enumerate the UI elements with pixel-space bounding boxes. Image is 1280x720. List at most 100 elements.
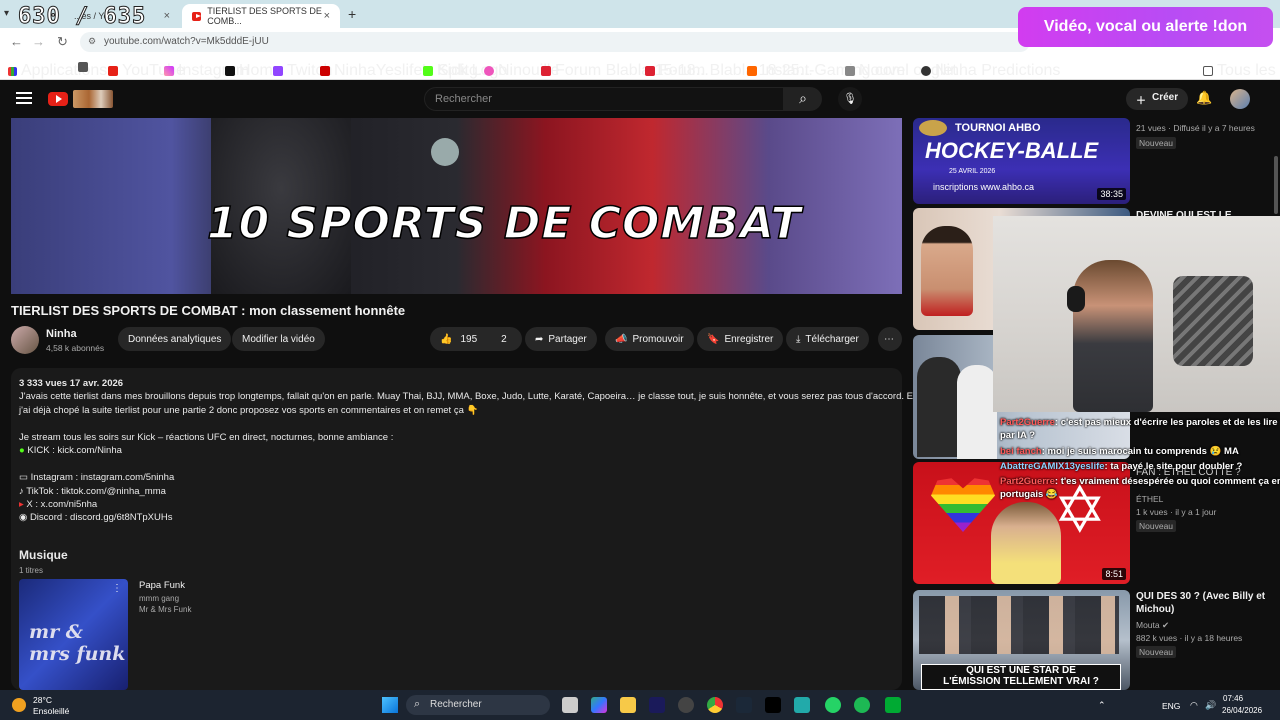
dislike-count[interactable]: 2 [501,334,507,345]
youtube-logo-icon[interactable] [48,92,68,106]
tiktok-icon[interactable] [765,697,781,713]
chrome-icon[interactable] [707,697,723,713]
new-tab-icon [845,66,855,76]
clock-date[interactable]: 26/04/2026 [1222,706,1262,715]
file-explorer-icon[interactable] [620,697,636,713]
kick-link[interactable]: ● KICK : kick.com/Ninha [19,445,122,456]
instagram-link[interactable]: ▭ Instagram : instagram.com/5ninha [19,472,174,483]
instant-gaming-icon [747,66,757,76]
github-icon[interactable] [678,697,694,713]
menu-icon[interactable] [16,92,32,104]
description-box[interactable] [11,368,902,690]
bookmark-grid[interactable] [78,62,92,72]
new-tab-button[interactable]: + [348,6,356,22]
download-button[interactable]: ⤓ Télécharger [786,327,869,351]
mic-icon[interactable]: 🎙 [838,87,862,111]
whatsapp-icon[interactable] [825,697,841,713]
thumbnail-caption: QUI EST UNE STAR DE L'ÉMISSION TELLEMENT… [921,664,1121,690]
more-actions-icon[interactable]: ⋯ [878,327,902,351]
channel-avatar[interactable] [11,326,39,354]
people-shapes [919,596,1119,654]
url-field[interactable]: ⚙ youtube.com/watch?v=Mk5dddE-jUU [80,32,1030,52]
more-vert-icon[interactable]: ⋮ [112,583,122,594]
clock-time[interactable]: 07:46 [1223,694,1243,703]
spotify-icon[interactable] [854,697,870,713]
windows-start-icon[interactable] [382,697,398,713]
channel-name[interactable]: ÉTHEL [1136,494,1163,504]
recommendation-thumbnail[interactable]: QUI EST UNE STAR DE L'ÉMISSION TELLEMENT… [913,590,1130,690]
jvc-icon [541,66,551,76]
forward-icon[interactable]: → [32,34,45,49]
song-title[interactable]: Papa Funk [139,580,185,591]
language-indicator[interactable]: ENG [1162,701,1180,711]
download-icon: ⤓ [796,333,801,345]
volume-icon[interactable]: 🔊 [1205,700,1216,711]
bookmark-ninha-predictions[interactable]: Ninha Predictions [921,62,1060,80]
widgets-icon[interactable] [591,697,607,713]
x-link[interactable]: ▸ X : x.com/ni5nha [19,499,97,510]
wifi-icon[interactable]: ◠ [1190,700,1198,711]
url-text: youtube.com/watch?v=Mk5dddE-jUU [104,36,269,47]
app-icon[interactable] [794,697,810,713]
share-button[interactable]: ➦ Partager [525,327,597,351]
search-input[interactable]: Rechercher [424,87,784,111]
weather-desc: Ensoleillé [33,706,70,716]
photoshop-icon[interactable] [885,697,901,713]
tiktok-link[interactable]: ♪ TikTok : tiktok.com/@ninha_mma [19,486,166,497]
new-badge: Nouveau [1136,646,1177,658]
promote-button[interactable]: 📣 Promouvoir [605,327,694,351]
globe-icon [921,66,931,76]
search-icon[interactable]: ⌕ [784,87,822,111]
steam-icon[interactable] [736,697,752,713]
video-player[interactable]: 10 SPORTS DE COMBAT [11,118,902,294]
close-tab-icon[interactable]: × [164,10,170,22]
splitgate-icon [320,66,330,76]
recommendation-thumbnail[interactable]: TOURNOI AHBO HOCKEY-BALLE 25 AVRIL 2026 … [913,118,1130,204]
channel-name[interactable]: Mouta ✔ [1136,620,1169,631]
premiere-pro-icon[interactable] [649,697,665,713]
scrollbar-thumb[interactable] [1274,156,1278,214]
person-shape [917,357,961,457]
chat-message: Part2Guerre: c'est pas mieux d'écrire le… [1000,417,1278,428]
create-button[interactable]: ＋ Créer [1126,88,1189,110]
thumbs-up-icon[interactable]: 👍 [440,334,452,345]
person-shape [921,226,973,316]
sun-icon[interactable] [12,698,26,712]
avatar[interactable] [1230,89,1250,109]
album-art[interactable]: mr & mrs funk ⋮ [19,579,128,690]
back-icon[interactable]: ← [10,34,23,49]
bookmark-applications[interactable]: Applications [8,62,107,80]
share-icon: ➦ [535,333,544,345]
analytics-button[interactable]: Données analytiques [118,327,232,351]
chat-message: AbattreGAMIX13yeslife: ta payé le site p… [1000,461,1243,472]
tray-chevron-icon[interactable]: ⌃ [1098,700,1106,711]
webcam-overlay [993,216,1280,412]
apps-grid-icon [8,66,17,76]
chat-message-cont: portugais 😂 [1000,489,1058,500]
reload-icon[interactable]: ↻ [57,34,68,50]
view-stats: 3 333 vues 17 avr. 2026 [19,378,124,389]
discord-link[interactable]: ◉ Discord : discord.gg/6t8NTpXUHs [19,512,173,523]
close-tab-icon[interactable]: × [324,10,330,22]
video-title-line2[interactable]: Michou) [1136,604,1174,615]
task-view-icon[interactable] [562,697,578,713]
site-info-icon[interactable]: ⚙ [88,36,96,47]
edit-video-button[interactable]: Modifier la vidéo [232,327,325,351]
plus-icon: ＋ [1136,96,1146,107]
video-title: TIERLIST DES SPORTS DE COMBAT : mon clas… [11,303,406,318]
jvc-icon [645,66,655,76]
person-shape [991,502,1061,584]
tab-search-icon[interactable]: ▾ [4,8,9,19]
notifications-bell-icon[interactable]: 🔔 [1196,90,1212,106]
tab-active[interactable]: TIERLIST DES SPORTS DE COMB... × [182,4,340,28]
channel-name[interactable]: Ninha [46,328,77,340]
like-count: 195 [460,333,478,345]
streamer-shape [1073,260,1153,412]
gaming-chair [1173,276,1253,366]
video-title[interactable]: QUI DES 30 ? (Avec Billy et [1136,591,1265,602]
save-button[interactable]: 🔖 Enregistrer [697,327,784,351]
all-bookmarks[interactable]: Tous les favoris [1203,62,1280,80]
video-meta: 1 k vues · il y a 1 jour [1136,507,1217,517]
duration-badge: 38:35 [1097,188,1126,200]
taskbar-search[interactable]: ⌕ Rechercher [406,695,550,715]
